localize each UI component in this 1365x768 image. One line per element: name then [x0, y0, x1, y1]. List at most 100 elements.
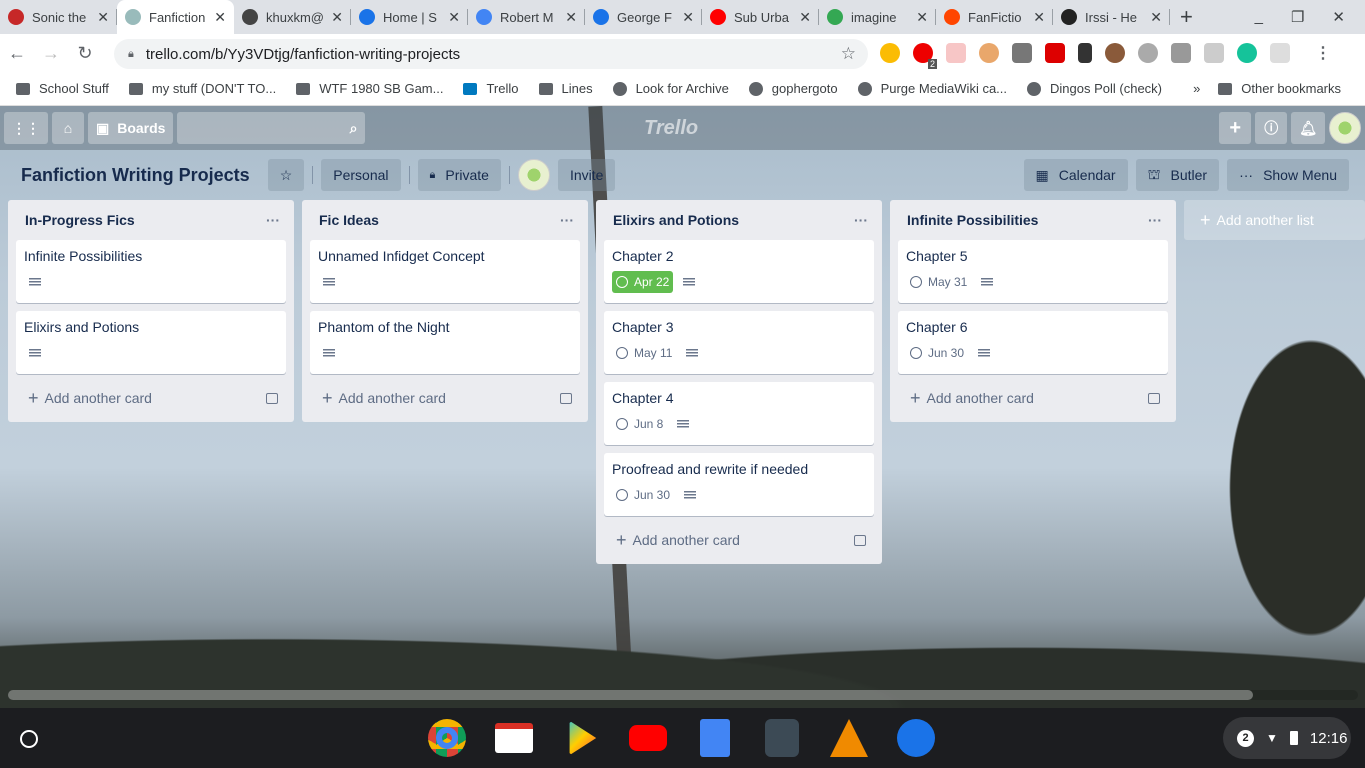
team-button[interactable]: Personal: [321, 159, 401, 191]
bookmark-item[interactable]: Purge MediaWiki ca...: [857, 81, 1007, 96]
browser-tab[interactable]: FanFictio ✕: [936, 0, 1053, 34]
visibility-button[interactable]: 🔒︎ Private: [417, 159, 501, 191]
bookmark-item[interactable]: Look for Archive: [612, 81, 729, 96]
home-icon[interactable]: ⌂: [52, 112, 84, 144]
card[interactable]: Chapter 4 Jun 8: [604, 382, 874, 445]
list-title[interactable]: In-Progress Fics: [25, 212, 135, 228]
recycle-icon[interactable]: [1138, 43, 1158, 63]
browser-tab[interactable]: Irssi - He ✕: [1053, 0, 1170, 34]
due-date-badge[interactable]: May 31: [906, 275, 971, 289]
board-title[interactable]: Fanfiction Writing Projects: [21, 165, 250, 186]
minimize-icon[interactable]: _: [1255, 8, 1263, 26]
card[interactable]: Unnamed Infidget Concept: [310, 240, 580, 303]
search-input[interactable]: ⌕: [177, 112, 366, 144]
trello-logo[interactable]: Trello: [644, 117, 698, 140]
close-tab-icon[interactable]: ✕: [799, 9, 811, 26]
bookmark-star-icon[interactable]: ☆: [841, 44, 856, 64]
vlc-app-icon[interactable]: [827, 718, 871, 758]
list-menu-icon[interactable]: ···: [854, 212, 868, 228]
add-list-button[interactable]: + Add another list: [1184, 200, 1365, 240]
menu-icon[interactable]: ⋮: [1315, 43, 1331, 63]
close-tab-icon[interactable]: ✕: [1150, 9, 1162, 26]
extension-icon[interactable]: [1270, 43, 1290, 63]
google-docs-app-icon[interactable]: [693, 718, 737, 758]
bookmark-item[interactable]: gophergoto: [748, 81, 838, 96]
card[interactable]: Elixirs and Potions: [16, 311, 286, 374]
close-tab-icon[interactable]: ✕: [682, 9, 694, 26]
extension-icon[interactable]: [1045, 43, 1065, 63]
close-tab-icon[interactable]: ✕: [916, 9, 928, 26]
eyedropper-icon[interactable]: [1171, 43, 1191, 63]
browser-tab[interactable]: Robert M ✕: [468, 0, 585, 34]
due-date-badge[interactable]: Jun 8: [612, 417, 667, 431]
close-tab-icon[interactable]: ✕: [97, 9, 109, 26]
extension-icon[interactable]: [979, 43, 999, 63]
list-title[interactable]: Infinite Possibilities: [907, 212, 1038, 228]
address-bar[interactable]: 🔒︎ trello.com/b/Yy3VDtjg/fanfiction-writ…: [114, 39, 868, 69]
browser-tab[interactable]: Sub Urba ✕: [702, 0, 819, 34]
launcher-button[interactable]: [20, 730, 38, 748]
grammarly-icon[interactable]: [1237, 43, 1257, 63]
extension-icon[interactable]: [880, 43, 900, 63]
boards-button[interactable]: ▣ Boards: [88, 112, 174, 144]
card[interactable]: Proofread and rewrite if needed Jun 30: [604, 453, 874, 516]
back-icon[interactable]: ←: [0, 43, 34, 64]
card[interactable]: Chapter 2 Apr 22: [604, 240, 874, 303]
reload-icon[interactable]: ↻: [68, 43, 102, 64]
chrome-app-icon[interactable]: [425, 718, 469, 758]
due-date-badge[interactable]: Apr 22: [612, 271, 674, 293]
close-window-icon[interactable]: ✕: [1332, 8, 1345, 26]
card[interactable]: Infinite Possibilities: [16, 240, 286, 303]
calendar-button[interactable]: ▦ Calendar: [1023, 159, 1128, 191]
close-tab-icon[interactable]: ✕: [331, 9, 343, 26]
extension-icon[interactable]: [1012, 43, 1032, 63]
card-template-icon[interactable]: [1148, 392, 1160, 404]
due-date-badge[interactable]: Jun 30: [612, 488, 674, 502]
list-menu-icon[interactable]: ···: [1148, 212, 1162, 228]
browser-tab[interactable]: Home | S ✕: [351, 0, 468, 34]
card[interactable]: Chapter 6 Jun 30: [898, 311, 1168, 374]
card-template-icon[interactable]: [854, 534, 866, 546]
close-tab-icon[interactable]: ✕: [565, 9, 577, 26]
other-bookmarks[interactable]: Other bookmarks: [1218, 81, 1341, 96]
apps-grid-icon[interactable]: ⋮⋮: [4, 112, 48, 144]
list-title[interactable]: Elixirs and Potions: [613, 212, 739, 228]
bookmarks-overflow-button[interactable]: »: [1193, 81, 1200, 96]
bookmark-item[interactable]: WTF 1980 SB Gam...: [296, 81, 443, 96]
browser-tab[interactable]: Sonic the ✕: [0, 0, 117, 34]
bookmark-item[interactable]: Lines: [538, 81, 593, 96]
bookmark-item[interactable]: Dingos Poll (check): [1027, 81, 1162, 96]
avatar[interactable]: [1329, 112, 1361, 144]
browser-tab[interactable]: khuxkm@ ✕: [234, 0, 351, 34]
butler-button[interactable]: ⛫ Butler: [1135, 159, 1220, 191]
maximize-icon[interactable]: ❐: [1291, 8, 1304, 26]
extension-icon[interactable]: [1105, 43, 1125, 63]
show-menu-button[interactable]: ··· Show Menu: [1227, 159, 1349, 191]
browser-tab[interactable]: George F ✕: [585, 0, 702, 34]
card[interactable]: Chapter 5 May 31: [898, 240, 1168, 303]
close-tab-icon[interactable]: ✕: [448, 9, 460, 26]
bookmark-item[interactable]: Trello: [463, 81, 519, 96]
member-avatar[interactable]: [517, 159, 550, 191]
card-template-icon[interactable]: [266, 392, 278, 404]
list-menu-icon[interactable]: ···: [560, 212, 574, 228]
card-template-icon[interactable]: [560, 392, 572, 404]
terminal-app-icon[interactable]: [760, 718, 804, 758]
close-tab-icon[interactable]: ✕: [214, 9, 226, 26]
list-menu-icon[interactable]: ···: [266, 212, 280, 228]
due-date-badge[interactable]: May 11: [612, 346, 676, 360]
card[interactable]: Chapter 3 May 11: [604, 311, 874, 374]
gmail-app-icon[interactable]: [492, 718, 536, 758]
invite-button[interactable]: Invite: [557, 159, 616, 191]
youtube-app-icon[interactable]: [626, 718, 670, 758]
horizontal-scrollbar[interactable]: [8, 690, 1358, 700]
scrollbar-thumb[interactable]: [8, 690, 1253, 700]
extension-icon[interactable]: [946, 43, 966, 63]
browser-tab[interactable]: Fanfiction ✕: [117, 0, 234, 34]
notifications-bell-icon[interactable]: 🔔︎: [1291, 112, 1325, 144]
add-card-button[interactable]: + Add another card: [898, 382, 1168, 414]
forward-icon[interactable]: →: [34, 43, 68, 64]
play-store-app-icon[interactable]: [559, 718, 603, 758]
add-card-button[interactable]: + Add another card: [604, 524, 874, 556]
close-tab-icon[interactable]: ✕: [1033, 9, 1045, 26]
